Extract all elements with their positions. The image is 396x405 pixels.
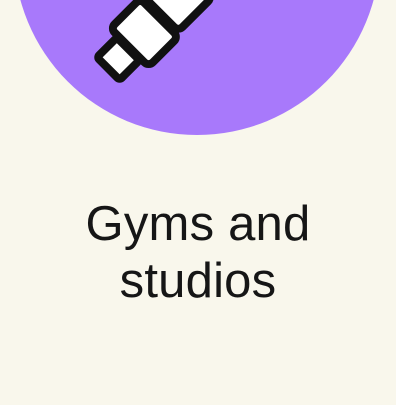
category-title: Gyms and studios (0, 196, 396, 310)
category-card[interactable]: Gyms and studios (0, 0, 396, 405)
category-title-line-2: studios (119, 254, 277, 308)
dumbbell-icon (94, 0, 214, 83)
category-title-line-1: Gyms and (85, 197, 311, 251)
